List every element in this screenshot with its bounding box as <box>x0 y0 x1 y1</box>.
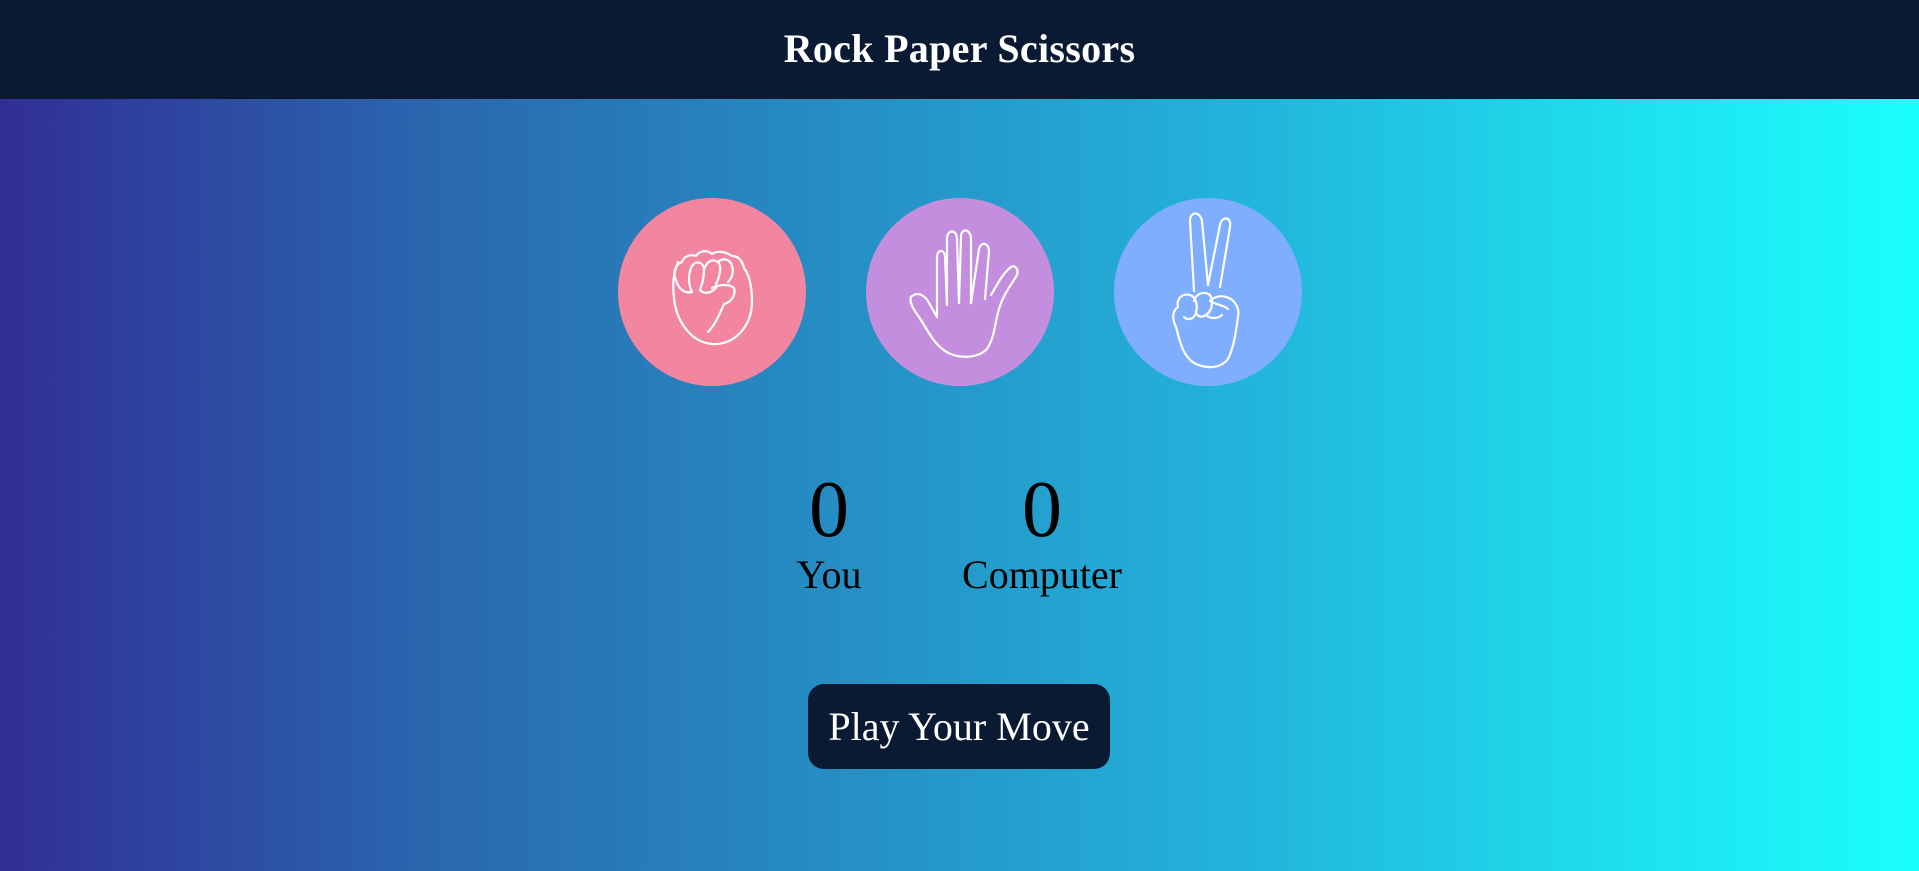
computer-score-value: 0 <box>1021 466 1062 554</box>
peace-hand-icon <box>1172 212 1240 369</box>
header-bar: Rock Paper Scissors <box>0 0 1919 99</box>
scoreboard: 0 You 0 Computer <box>0 470 1919 610</box>
page-title: Rock Paper Scissors <box>783 26 1136 71</box>
user-score-value: 0 <box>808 466 849 554</box>
scissors-choice-button[interactable] <box>1114 198 1302 386</box>
paper-choice-button[interactable] <box>866 198 1054 386</box>
computer-score-label: Computer <box>962 552 1122 597</box>
user-score: 0 You <box>797 470 862 598</box>
rock-choice-button[interactable] <box>618 198 806 386</box>
fist-icon <box>672 250 754 346</box>
choices-row <box>618 198 1302 386</box>
play-your-move-button[interactable]: Play Your Move <box>808 684 1110 769</box>
open-hand-icon <box>909 229 1019 358</box>
user-score-label: You <box>796 552 862 597</box>
computer-score: 0 Computer <box>962 470 1122 598</box>
